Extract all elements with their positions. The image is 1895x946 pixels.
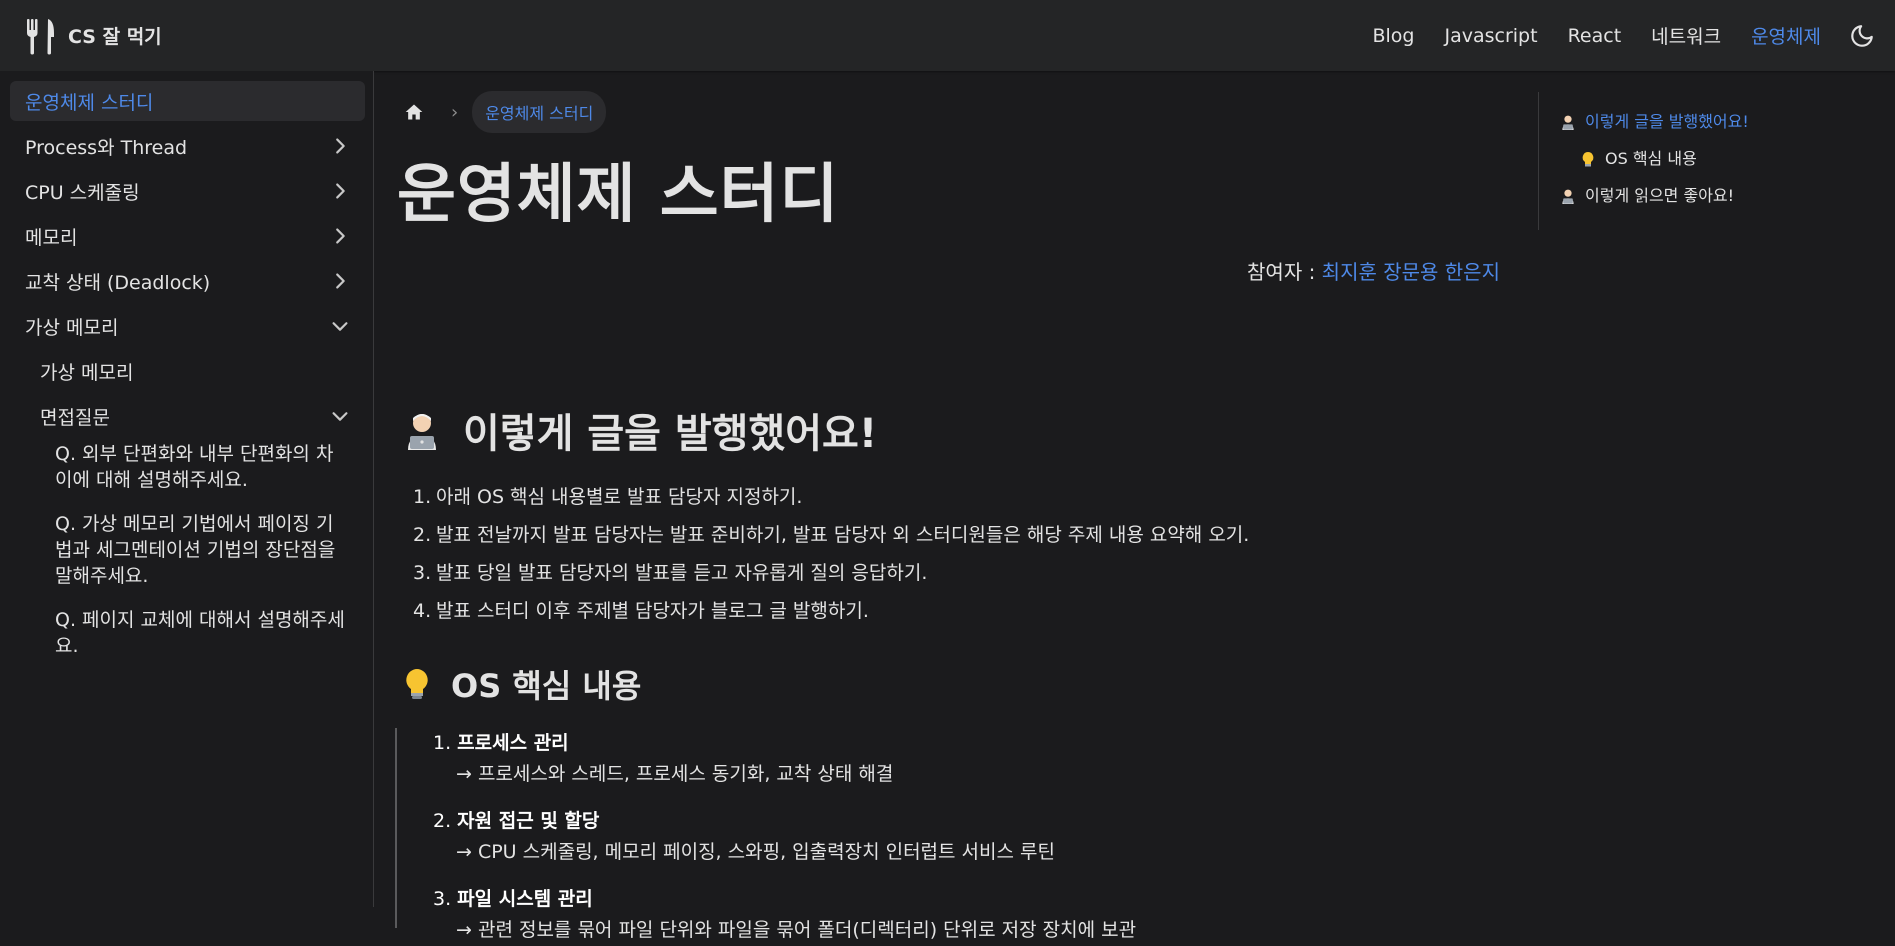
breadcrumb: › 운영체제 스터디: [403, 91, 607, 133]
sidebar: 운영체제 스터디 Process와 Thread CPU 스케줄링 메모리 교착…: [0, 71, 374, 907]
sidebar-item-question-paging[interactable]: Q. 가상 메모리 기법에서 페이징 기법과 세그멘테이션 기법의 장단점을 말…: [10, 511, 365, 589]
sidebar-item-label: Q. 외부 단편화와 내부 단편화의 차이에 대해 설명해주세요.: [55, 443, 334, 491]
sidebar-item-deadlock[interactable]: 교착 상태 (Deadlock): [10, 261, 365, 301]
nav-link-javascript[interactable]: Javascript: [1444, 25, 1537, 47]
main-content: › 운영체제 스터디 운영체제 스터디 참여자 : 최지훈 장문용 한은지 이렇…: [375, 71, 1535, 941]
sidebar-item-question-fragmentation[interactable]: Q. 외부 단편화와 내부 단편화의 차이에 대해 설명해주세요.: [10, 441, 365, 493]
page-title: 운영체제 스터디: [397, 158, 840, 232]
sidebar-item-label: 운영체제 스터디: [25, 91, 154, 114]
brand-title: CS 잘 먹기: [68, 26, 162, 48]
sidebar-item-virtual-memory-doc[interactable]: 가상 메모리: [10, 351, 365, 391]
breadcrumb-current: 운영체제 스터디: [472, 91, 607, 133]
sidebar-item-label: Q. 페이지 교체에 대해서 설명해주세요.: [55, 609, 345, 657]
list-item: 3. 파일 시스템 관리 → 관련 정보를 묶어 파일 단위와 파일을 묶어 폴…: [433, 888, 1137, 941]
chevron-down-icon: [329, 405, 351, 427]
os-core-blockquote: 1. 프로세스 관리 → 프로세스와 스레드, 프로세스 동기화, 교착 상태 …: [395, 728, 1395, 941]
moon-icon[interactable]: [1847, 21, 1877, 51]
list-item: 2. 자원 접근 및 할당 → CPU 스케줄링, 메모리 페이징, 스와핑, …: [433, 810, 1055, 863]
sidebar-item-label: CPU 스케줄링: [25, 181, 140, 204]
chevron-right-icon: [329, 180, 351, 202]
brand-link[interactable]: CS 잘 먹기: [26, 17, 162, 55]
section-heading-published: 이렇게 글을 발행했어요!: [401, 401, 877, 459]
sidebar-item-label: 가상 메모리: [25, 316, 119, 339]
fork-knife-icon: [26, 17, 54, 55]
chevron-right-icon: [329, 225, 351, 247]
sidebar-item-label: 면접질문: [40, 406, 110, 429]
list-item: 1. 프로세스 관리 → 프로세스와 스레드, 프로세스 동기화, 교착 상태 …: [433, 732, 894, 785]
chevron-right-icon: [329, 135, 351, 157]
sidebar-item-question-page-replacement[interactable]: Q. 페이지 교체에 대해서 설명해주세요.: [10, 607, 365, 659]
sidebar-item-cpu-scheduling[interactable]: CPU 스케줄링: [10, 171, 365, 211]
light-bulb-icon: [401, 666, 433, 702]
chevron-down-icon: [329, 315, 351, 337]
nav-links: Blog Javascript React 네트워크 운영체제: [1342, 21, 1877, 51]
participants-names-link[interactable]: 최지훈 장문용 한은지: [1322, 260, 1500, 284]
nav-link-react[interactable]: React: [1568, 25, 1622, 47]
sidebar-item-label: 교착 상태 (Deadlock): [25, 271, 211, 294]
technologist-icon: [401, 409, 443, 451]
nav-link-network[interactable]: 네트워크: [1651, 22, 1721, 49]
sidebar-item-label: Q. 가상 메모리 기법에서 페이징 기법과 세그멘테이션 기법의 장단점을 말…: [55, 513, 336, 587]
participants-label: 참여자 :: [1247, 260, 1322, 284]
sidebar-item-virtual-memory[interactable]: 가상 메모리: [10, 306, 365, 346]
list-item: 2. 발표 전날까지 발표 담당자는 발표 준비하기, 발표 담당자 외 스터디원…: [413, 524, 1250, 546]
navbar: CS 잘 먹기 Blog Javascript React 네트워크 운영체제: [0, 0, 1895, 71]
sidebar-item-interview[interactable]: 면접질문: [10, 396, 365, 436]
toc-item-os-core[interactable]: OS 핵심 내용: [1559, 149, 1878, 169]
list-item: 1. 아래 OS 핵심 내용별로 발표 담당자 지정하기.: [413, 486, 803, 508]
section-heading-text: 이렇게 글을 발행했어요!: [463, 411, 878, 457]
chevron-right-icon: [329, 270, 351, 292]
sidebar-item-label: 메모리: [25, 226, 78, 249]
participants: 참여자 : 최지훈 장문용 한은지: [1247, 256, 1500, 285]
light-bulb-icon: [1579, 150, 1597, 168]
sidebar-item-memory[interactable]: 메모리: [10, 216, 365, 256]
toc-item-published[interactable]: 이렇게 글을 발행했어요!: [1559, 112, 1878, 132]
technologist-icon: [1559, 113, 1577, 131]
sidebar-item-label: 가상 메모리: [40, 361, 134, 384]
nav-link-blog[interactable]: Blog: [1372, 25, 1414, 47]
sidebar-item-label: Process와 Thread: [25, 136, 188, 159]
list-item: 4. 발표 스터디 이후 주제별 담당자가 블로그 글 발행하기.: [413, 600, 869, 622]
sidebar-item-process-thread[interactable]: Process와 Thread: [10, 126, 365, 166]
section-heading-text: OS 핵심 내용: [451, 667, 642, 705]
list-item: 3. 발표 당일 발표 담당자의 발표를 듣고 자유롭게 질의 응답하기.: [413, 562, 928, 584]
process-list: 1. 아래 OS 핵심 내용별로 발표 담당자 지정하기. 2. 발표 전날까지 발…: [413, 483, 1249, 635]
table-of-contents: 이렇게 글을 발행했어요! OS 핵심 내용 이렇게 읽으면 좋아요!: [1538, 92, 1878, 230]
toc-item-reading-guide[interactable]: 이렇게 읽으면 좋아요!: [1559, 186, 1878, 206]
nav-link-os[interactable]: 운영체제: [1751, 22, 1821, 49]
technologist-icon: [1559, 187, 1577, 205]
section-heading-os-core: OS 핵심 내용: [401, 661, 641, 707]
sidebar-item-os-study[interactable]: 운영체제 스터디: [10, 81, 365, 121]
chevron-right-icon: ›: [451, 101, 459, 123]
home-icon[interactable]: [403, 101, 425, 123]
